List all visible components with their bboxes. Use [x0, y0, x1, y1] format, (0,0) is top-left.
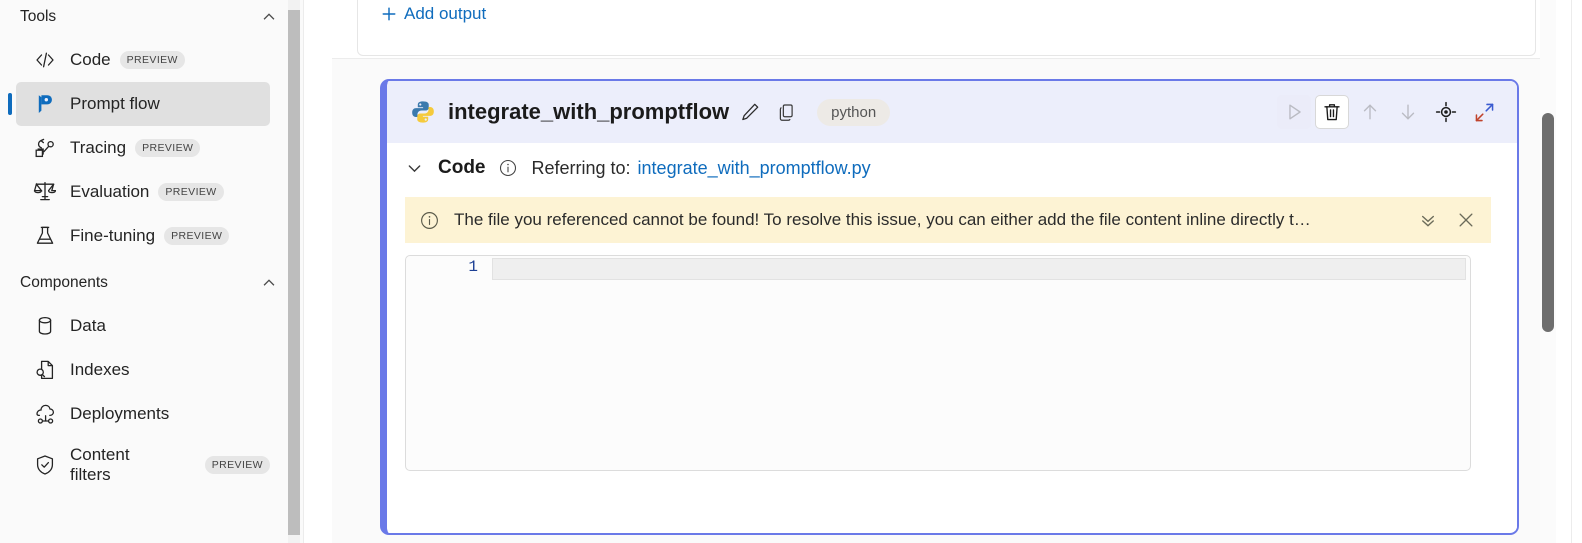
- code-section-header[interactable]: Code Referring to: integrate_with_prompt…: [387, 143, 1517, 191]
- sidebar-item-indexes[interactable]: Indexes: [16, 348, 270, 392]
- preview-badge: PREVIEW: [164, 227, 230, 245]
- preview-badge: PREVIEW: [158, 183, 224, 201]
- main-scrollbar-thumb[interactable]: [1542, 113, 1554, 332]
- warning-expand-button[interactable]: [1413, 205, 1443, 235]
- code-brackets-icon: [32, 47, 58, 73]
- left-sidebar: Tools Code PREVIEW Prompt flow Tracing P…: [0, 0, 304, 543]
- add-output-label: Add output: [404, 4, 487, 23]
- language-badge: python: [817, 98, 891, 126]
- referenced-file-link[interactable]: integrate_with_promptflow.py: [638, 158, 871, 179]
- sidebar-item-label: Fine-tuning: [70, 226, 156, 245]
- shield-check-icon: [32, 452, 58, 478]
- preview-badge: PREVIEW: [204, 456, 270, 474]
- flask-icon: [32, 223, 58, 249]
- python-logo-icon: [410, 99, 436, 125]
- output-panel: Add output: [357, 0, 1536, 56]
- sidebar-section-tools-header[interactable]: Tools: [0, 0, 304, 34]
- sidebar-item-label: Deployments: [70, 404, 170, 423]
- sidebar-item-label: Indexes: [70, 360, 130, 379]
- target-locate-icon: [1435, 101, 1457, 123]
- sidebar-item-label: Tracing: [70, 138, 127, 157]
- editor-line[interactable]: 1: [406, 256, 1470, 282]
- expand-button[interactable]: [1467, 95, 1501, 129]
- line-content[interactable]: [492, 258, 1466, 280]
- sidebar-item-label: Data: [70, 316, 106, 335]
- document-search-icon: [32, 357, 58, 383]
- sidebar-section-title: Components: [20, 274, 108, 291]
- chevron-up-icon[interactable]: [260, 274, 278, 292]
- arrow-up-icon: [1363, 104, 1377, 120]
- info-circle-icon[interactable]: [486, 158, 518, 178]
- sidebar-item-tracing[interactable]: Tracing PREVIEW: [16, 126, 270, 170]
- promptflow-flag-icon: [32, 91, 58, 117]
- code-section-label: Code: [438, 157, 486, 178]
- app-root: Tools Code PREVIEW Prompt flow Tracing P…: [0, 0, 1582, 543]
- sidebar-divider: [303, 0, 304, 543]
- line-number: 1: [468, 258, 478, 276]
- node-header: integrate_with_promptflow python: [387, 81, 1517, 143]
- double-chevron-down-icon: [1421, 215, 1435, 227]
- referring-to-label: Referring to:: [531, 157, 631, 178]
- scales-icon: [32, 179, 58, 205]
- move-up-button[interactable]: [1353, 95, 1387, 129]
- locate-button[interactable]: [1429, 95, 1463, 129]
- sidebar-item-content-filters[interactable]: Content filters PREVIEW: [16, 436, 270, 494]
- copy-node-button[interactable]: [771, 97, 801, 127]
- move-down-button[interactable]: [1391, 95, 1425, 129]
- right-panel-divider: [1571, 0, 1572, 543]
- warning-close-button[interactable]: [1451, 205, 1481, 235]
- rename-node-button[interactable]: [735, 97, 765, 127]
- sidebar-item-label: Evaluation: [70, 182, 150, 201]
- flow-canvas: integrate_with_promptflow python Code Re…: [332, 58, 1555, 543]
- copy-icon: [779, 103, 793, 121]
- sidebar-item-evaluation[interactable]: Evaluation PREVIEW: [16, 170, 270, 214]
- node-title: integrate_with_promptflow: [448, 99, 730, 124]
- plus-icon: [380, 5, 398, 23]
- flow-node-card[interactable]: integrate_with_promptflow python Code Re…: [380, 79, 1519, 535]
- cloud-deploy-icon: [32, 401, 58, 427]
- sidebar-item-label: Prompt flow: [70, 94, 160, 113]
- tracing-icon: [32, 135, 58, 161]
- sidebar-item-code[interactable]: Code PREVIEW: [16, 38, 270, 82]
- sidebar-item-label: Content filters: [70, 444, 130, 484]
- database-icon: [32, 313, 58, 339]
- sidebar-item-data[interactable]: Data: [16, 304, 270, 348]
- sidebar-item-label: Code: [70, 50, 111, 69]
- sidebar-section-title: Tools: [20, 8, 57, 25]
- code-editor[interactable]: 1: [405, 255, 1471, 471]
- sidebar-scrollbar-thumb[interactable]: [288, 10, 300, 535]
- expand-diagonal-icon: [1475, 103, 1493, 121]
- node-body: Code Referring to: integrate_with_prompt…: [387, 143, 1517, 531]
- sidebar-item-deployments[interactable]: Deployments: [16, 392, 270, 436]
- run-button[interactable]: [1277, 95, 1311, 129]
- file-not-found-warning: The file you referenced cannot be found!…: [405, 197, 1491, 243]
- info-circle-icon: [419, 210, 440, 231]
- add-output-button[interactable]: Add output: [380, 4, 486, 24]
- sidebar-item-fine-tuning[interactable]: Fine-tuning PREVIEW: [16, 214, 270, 258]
- pencil-icon: [742, 103, 759, 121]
- trash-icon: [1324, 104, 1340, 121]
- chevron-up-icon[interactable]: [260, 8, 278, 26]
- delete-button[interactable]: [1315, 95, 1349, 129]
- arrow-down-icon: [1401, 104, 1415, 120]
- chevron-down-icon[interactable]: [405, 159, 424, 178]
- close-icon: [1459, 213, 1473, 227]
- node-toolbar: [1277, 95, 1501, 129]
- play-icon: [1289, 104, 1301, 120]
- selection-indicator: [8, 93, 12, 115]
- warning-message: The file you referenced cannot be found!…: [454, 210, 1311, 229]
- preview-badge: PREVIEW: [119, 51, 185, 69]
- preview-badge: PREVIEW: [135, 139, 201, 157]
- sidebar-section-components-header[interactable]: Components: [0, 266, 304, 300]
- sidebar-item-prompt-flow[interactable]: Prompt flow: [8, 82, 270, 126]
